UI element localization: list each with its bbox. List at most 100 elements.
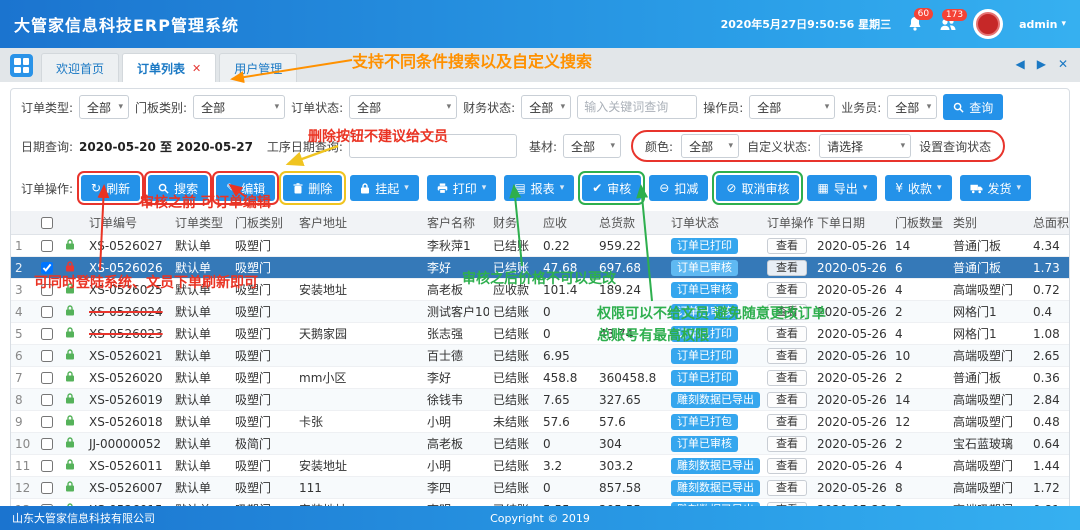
notifications-button[interactable]: 60 — [907, 16, 923, 32]
view-button[interactable]: 查看 — [767, 480, 807, 496]
op-button-edit[interactable]: ✎编辑 — [216, 175, 275, 201]
op-button-label: 报表 — [531, 180, 555, 197]
close-all-tabs-icon[interactable]: ✕ — [1058, 57, 1068, 71]
op-button-check[interactable]: ✔审核 — [582, 175, 641, 201]
order-status-cell: 订单已打包 — [667, 411, 763, 433]
order-type-cell: 默认单 — [171, 235, 231, 257]
finance-status-cell: 已结账 — [489, 389, 539, 411]
op-button-truck[interactable]: 发货▾ — [960, 175, 1032, 201]
view-button[interactable]: 查看 — [767, 348, 807, 364]
panel-category-select[interactable]: 全部▾ — [193, 95, 285, 119]
view-button[interactable]: 查看 — [767, 414, 807, 430]
customer-address-cell — [295, 433, 423, 455]
op-button-export[interactable]: ▦导出▾ — [807, 175, 877, 201]
row-checkbox[interactable] — [41, 350, 53, 362]
table-row[interactable]: 5XS-0526023默认单吸塑门天鹅家园张志强已结账043.74订单已打印查看… — [11, 323, 1070, 345]
op-button-print[interactable]: 打印▾ — [427, 175, 497, 201]
salesman-select[interactable]: 全部▾ — [887, 95, 937, 119]
view-button[interactable]: 查看 — [767, 436, 807, 452]
row-number-cell: 10 — [11, 433, 37, 455]
custom-status-select[interactable]: 请选择 ▾ — [819, 134, 911, 158]
order-date-cell: 2020-05-26 — [813, 323, 891, 345]
order-type-cell: 默认单 — [171, 279, 231, 301]
total-area-cell: 0.36 — [1029, 367, 1070, 389]
total-amount-cell — [595, 301, 667, 323]
row-checkbox[interactable] — [41, 372, 53, 384]
op-button-report[interactable]: ▤报表▾ — [504, 175, 574, 201]
table-row[interactable]: 3XS-0526025默认单吸塑门安装地址高老板应收款101.4189.24订单… — [11, 279, 1070, 301]
row-checkbox[interactable] — [41, 416, 53, 428]
table-row[interactable]: 12XS-0526007默认单吸塑门111李四已结账0857.58雕刻数据已导出… — [11, 477, 1070, 499]
chevron-down-icon: ▾ — [560, 183, 565, 193]
view-button[interactable]: 查看 — [767, 458, 807, 474]
order-status-select[interactable]: 全部▾ — [349, 95, 457, 119]
apps-grid-icon[interactable] — [10, 54, 33, 77]
select-all-checkbox[interactable] — [41, 217, 53, 229]
row-checkbox[interactable] — [41, 262, 53, 274]
order-number-text: XS-0526024 — [89, 305, 163, 319]
finance-status-select[interactable]: 全部▾ — [521, 95, 571, 119]
view-button[interactable]: 查看 — [767, 370, 807, 386]
row-checkbox[interactable] — [41, 328, 53, 340]
table-row[interactable]: 8XS-0526019默认单吸塑门徐钱韦已结账7.65327.65雕刻数据已导出… — [11, 389, 1070, 411]
row-checkbox[interactable] — [41, 240, 53, 252]
view-button[interactable]: 查看 — [767, 304, 807, 320]
op-button-money[interactable]: ¥收款▾ — [885, 175, 951, 201]
row-checkbox[interactable] — [41, 394, 53, 406]
scroll-tabs-left-icon[interactable]: ◀ — [1015, 57, 1024, 71]
table-row[interactable]: 6XS-0526021默认单吸塑门百士德已结账6.95订单已打印查看2020-0… — [11, 345, 1070, 367]
query-button[interactable]: 查询 — [943, 94, 1003, 120]
process-date-input[interactable] — [349, 134, 517, 158]
row-checkbox[interactable] — [41, 284, 53, 296]
op-button-lock[interactable]: 挂起▾ — [350, 175, 419, 201]
view-button[interactable]: 查看 — [767, 238, 807, 254]
table-row[interactable]: 9XS-0526018默认单吸塑门卡张小明未结账57.657.6订单已打包查看2… — [11, 411, 1070, 433]
user-menu[interactable]: admin ▾ — [1019, 18, 1066, 31]
messages-button[interactable]: 173 — [939, 17, 957, 32]
tab-close-icon[interactable]: ✕ — [192, 62, 201, 75]
order-number-cell: XS-0526024 — [85, 301, 171, 323]
customer-name-cell: 小明 — [423, 411, 489, 433]
panel-qty-cell: 2 — [891, 433, 949, 455]
table-row[interactable]: 11XS-0526011默认单吸塑门安装地址小明已结账3.2303.2雕刻数据已… — [11, 455, 1070, 477]
row-checkbox[interactable] — [41, 306, 53, 318]
table-row[interactable]: 7XS-0526020默认单吸塑门mm小区李好已结账458.8360458.8订… — [11, 367, 1070, 389]
op-button-minus[interactable]: ⊖扣减 — [649, 175, 708, 201]
table-row[interactable]: 10JJ-00000052默认单极简门高老板已结账0304订单已审核查看2020… — [11, 433, 1070, 455]
tab-2[interactable]: 订单列表✕ — [122, 53, 216, 82]
date-range-value[interactable]: 2020-05-20 至 2020-05-27 — [79, 138, 253, 155]
op-button-cancel[interactable]: ⊘取消审核 — [716, 175, 799, 201]
table-row[interactable]: 2XS-0526026默认单吸塑门李好已结账47.68697.68订单已审核查看… — [11, 257, 1070, 279]
scroll-tabs-right-icon[interactable]: ▶ — [1037, 57, 1046, 71]
color-select[interactable]: 全部 ▾ — [681, 134, 739, 158]
op-button-trash[interactable]: 删除 — [283, 175, 342, 201]
keyword-search-input[interactable] — [577, 95, 697, 119]
order-date-cell: 2020-05-26 — [813, 279, 891, 301]
panel-category-cell: 吸塑门 — [231, 235, 295, 257]
lock-icon — [65, 437, 75, 448]
tab-1[interactable]: 欢迎首页 — [41, 53, 119, 82]
operator-select[interactable]: 全部▾ — [749, 95, 835, 119]
op-button-search[interactable]: 搜索 — [148, 175, 208, 201]
set-query-status-link[interactable]: 设置查询状态 — [919, 138, 991, 155]
row-checkbox[interactable] — [41, 438, 53, 450]
row-checkbox[interactable] — [41, 460, 53, 472]
row-checkbox[interactable] — [41, 482, 53, 494]
order-number-cell: XS-0526007 — [85, 477, 171, 499]
op-button-refresh[interactable]: ↻刷新 — [81, 175, 140, 201]
table-row[interactable]: 1XS-0526027默认单吸塑门李秋萍1已结账0.22959.22订单已打印查… — [11, 235, 1070, 257]
order-type-select[interactable]: 全部▾ — [79, 95, 129, 119]
panel-category-cell: 吸塑门 — [231, 477, 295, 499]
total-area-cell: 1.44 — [1029, 455, 1070, 477]
view-button[interactable]: 查看 — [767, 260, 807, 276]
view-button[interactable]: 查看 — [767, 392, 807, 408]
chevron-down-icon: ▾ — [610, 141, 615, 151]
tab-3[interactable]: 用户管理 — [219, 53, 297, 82]
view-button[interactable]: 查看 — [767, 282, 807, 298]
logo-avatar[interactable] — [973, 9, 1003, 39]
table-row[interactable]: 4XS-0526024默认单吸塑门测试客户100金额1已结账0订单已审核查看20… — [11, 301, 1070, 323]
base-material-select[interactable]: 全部 ▾ — [563, 134, 621, 158]
view-button[interactable]: 查看 — [767, 326, 807, 342]
row-checkbox-cell — [37, 411, 61, 433]
status-badge: 订单已打包 — [671, 414, 738, 430]
